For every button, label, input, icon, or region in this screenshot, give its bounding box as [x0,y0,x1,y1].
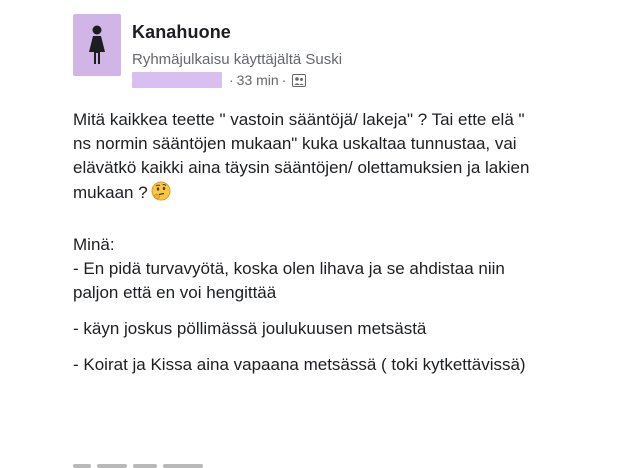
post-meta: · 33 min · [132,71,307,89]
post-author-line[interactable]: Ryhmäjulkaisu käyttäjältä Suski [132,51,342,68]
list-item: - käyn joskus pöllimässä joulukuusen met… [73,319,427,338]
post-question-text: Mitä kaikkea teette " vastoin sääntöjä/ … [73,110,530,202]
list-item: - En pidä turvavyötä, koska olen lihava … [73,259,505,302]
list-item: - Koirat ja Kissa aina vapaana metsässä … [73,355,526,374]
list-heading: Minä: [73,235,115,254]
redacted-author-badge [132,72,222,88]
group-avatar[interactable] [73,14,121,76]
meta-separator: · [229,72,234,88]
group-name[interactable]: Kanahuone [132,22,231,43]
thinking-face-icon [150,180,172,209]
group-icon[interactable] [292,73,307,87]
meta-separator-2: · [281,72,287,88]
group-post: Kanahuone Ryhmäjulkaisu käyttäjältä Susk… [0,0,632,468]
female-silhouette-icon [89,25,105,64]
post-body: Mitä kaikkea teette " vastoin sääntöjä/ … [73,108,533,377]
truncated-text-line [73,458,223,468]
post-timestamp[interactable]: 33 min [237,72,279,88]
post-paragraph-question: Mitä kaikkea teette " vastoin sääntöjä/ … [73,108,533,209]
